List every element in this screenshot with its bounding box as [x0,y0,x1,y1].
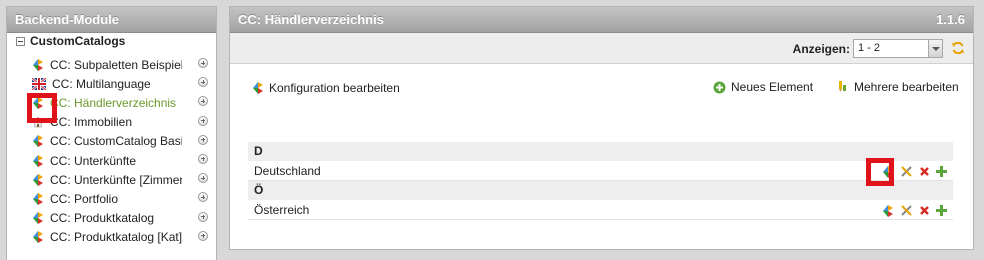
module-item-subpaletten[interactable]: CC: Subpaletten Beispiel [32,55,210,74]
catalog-module-icon [32,212,44,224]
add-icon[interactable] [936,166,947,177]
table-row[interactable]: Österreich [248,200,953,220]
module-label: CC: Produktkatalog [Kat] [50,230,182,245]
add-icon[interactable] [936,205,947,216]
add-plus-icon[interactable] [198,58,208,68]
module-label: CC: Portfolio [50,191,119,206]
catalog-module-icon[interactable] [882,205,894,217]
module-label: CC: Händlerverzeichnis [50,95,177,110]
left-panel-title: Backend-Module [7,7,216,33]
record-title: Deutschland [254,164,321,178]
catalog-module-icon [252,82,264,94]
module-item-haendlerverzeichnis[interactable]: CC: Händlerverzeichnis [32,93,210,112]
module-item-produktkatalog-kat[interactable]: CC: Produktkatalog [Kat] [32,228,210,247]
tools-icon[interactable] [900,204,913,217]
uk-flag-icon [32,77,46,90]
edit-multiple-label: Mehrere bearbeiten [854,80,959,94]
catalog-module-icon [32,59,44,71]
module-item-unterkuenfte[interactable]: CC: Unterkünfte [32,151,210,170]
row-actions [882,204,947,217]
refresh-icon[interactable] [951,41,965,55]
records-table: D Deutschland Ö Österreich [248,142,953,220]
catalog-module-icon [32,231,44,243]
module-label: CC: CustomCatalog Basics [50,134,182,149]
highlight-marker-left [27,93,57,123]
add-plus-icon[interactable] [198,230,208,241]
tools-icon[interactable] [900,165,913,178]
catalog-module-icon [32,174,44,186]
version-label: 1.1.6 [936,12,965,27]
new-element-label: Neues Element [731,80,814,94]
delete-icon[interactable] [919,166,930,177]
chevron-down-icon[interactable] [928,40,942,57]
module-label: CC: Multilanguage [52,76,151,91]
pagination-toolbar: Anzeigen: 1 - 2 [230,33,973,64]
add-circle-icon [713,81,726,93]
module-label: CC: Immobilien [50,115,133,130]
new-element-button[interactable]: Neues Element [713,80,813,94]
group-header-d: D [248,142,953,161]
add-plus-icon[interactable] [198,77,208,88]
show-range-select[interactable]: 1 - 2 [853,39,943,58]
edit-multiple-button[interactable]: Mehrere bearbeiten [836,80,959,94]
edit-configuration-label: Konfiguration bearbeiten [269,81,400,95]
module-label: CC: Subpaletten Beispiel [50,57,182,72]
module-item-multilanguage[interactable]: CC: Multilanguage [32,74,210,93]
add-plus-icon[interactable] [198,192,208,203]
module-label: CC: Unterkünfte [Zimmer] [50,172,182,187]
highlight-marker-right [866,158,894,186]
module-item-produktkatalog[interactable]: CC: Produktkatalog [32,209,210,228]
record-title: Österreich [254,203,310,217]
module-list: CC: Subpaletten Beispiel CC: Multilangua… [32,55,210,247]
module-item-unterkuenfte-zimmer[interactable]: CC: Unterkünfte [Zimmer] [32,170,210,189]
edit-configuration-link[interactable]: Konfiguration bearbeiten [252,81,400,95]
catalog-module-icon [32,193,44,205]
catalog-module-icon [32,155,44,167]
add-plus-icon[interactable] [198,211,208,222]
add-plus-icon[interactable] [198,96,208,107]
edit-multiple-icon [839,81,846,92]
add-plus-icon[interactable] [198,173,208,184]
module-item-portfolio[interactable]: CC: Portfolio [32,189,210,208]
add-plus-icon[interactable] [198,134,208,145]
tree-root-label: CustomCatalogs [30,34,126,48]
group-header-oe: Ö [248,181,953,200]
delete-icon[interactable] [919,205,930,216]
add-plus-icon[interactable] [198,153,208,164]
page-title: CC: Händlerverzeichnis [238,12,384,27]
main-panel-header: CC: Händlerverzeichnis 1.1.6 [230,7,973,33]
module-label: CC: Produktkatalog [50,211,155,226]
show-range-value: 1 - 2 [858,42,881,54]
module-label: CC: Unterkünfte [50,153,137,168]
catalog-module-icon [32,135,44,147]
add-plus-icon[interactable] [198,115,208,126]
collapse-toggle-icon[interactable] [16,36,25,46]
table-row[interactable]: Deutschland [248,161,953,181]
show-label: Anzeigen: [792,42,850,56]
tree-root-customcatalogs[interactable]: CustomCatalogs [16,34,125,48]
module-item-immobilien[interactable]: CC: Immobilien [32,113,210,132]
module-item-customcatalog-basics[interactable]: CC: CustomCatalog Basics [32,132,210,151]
